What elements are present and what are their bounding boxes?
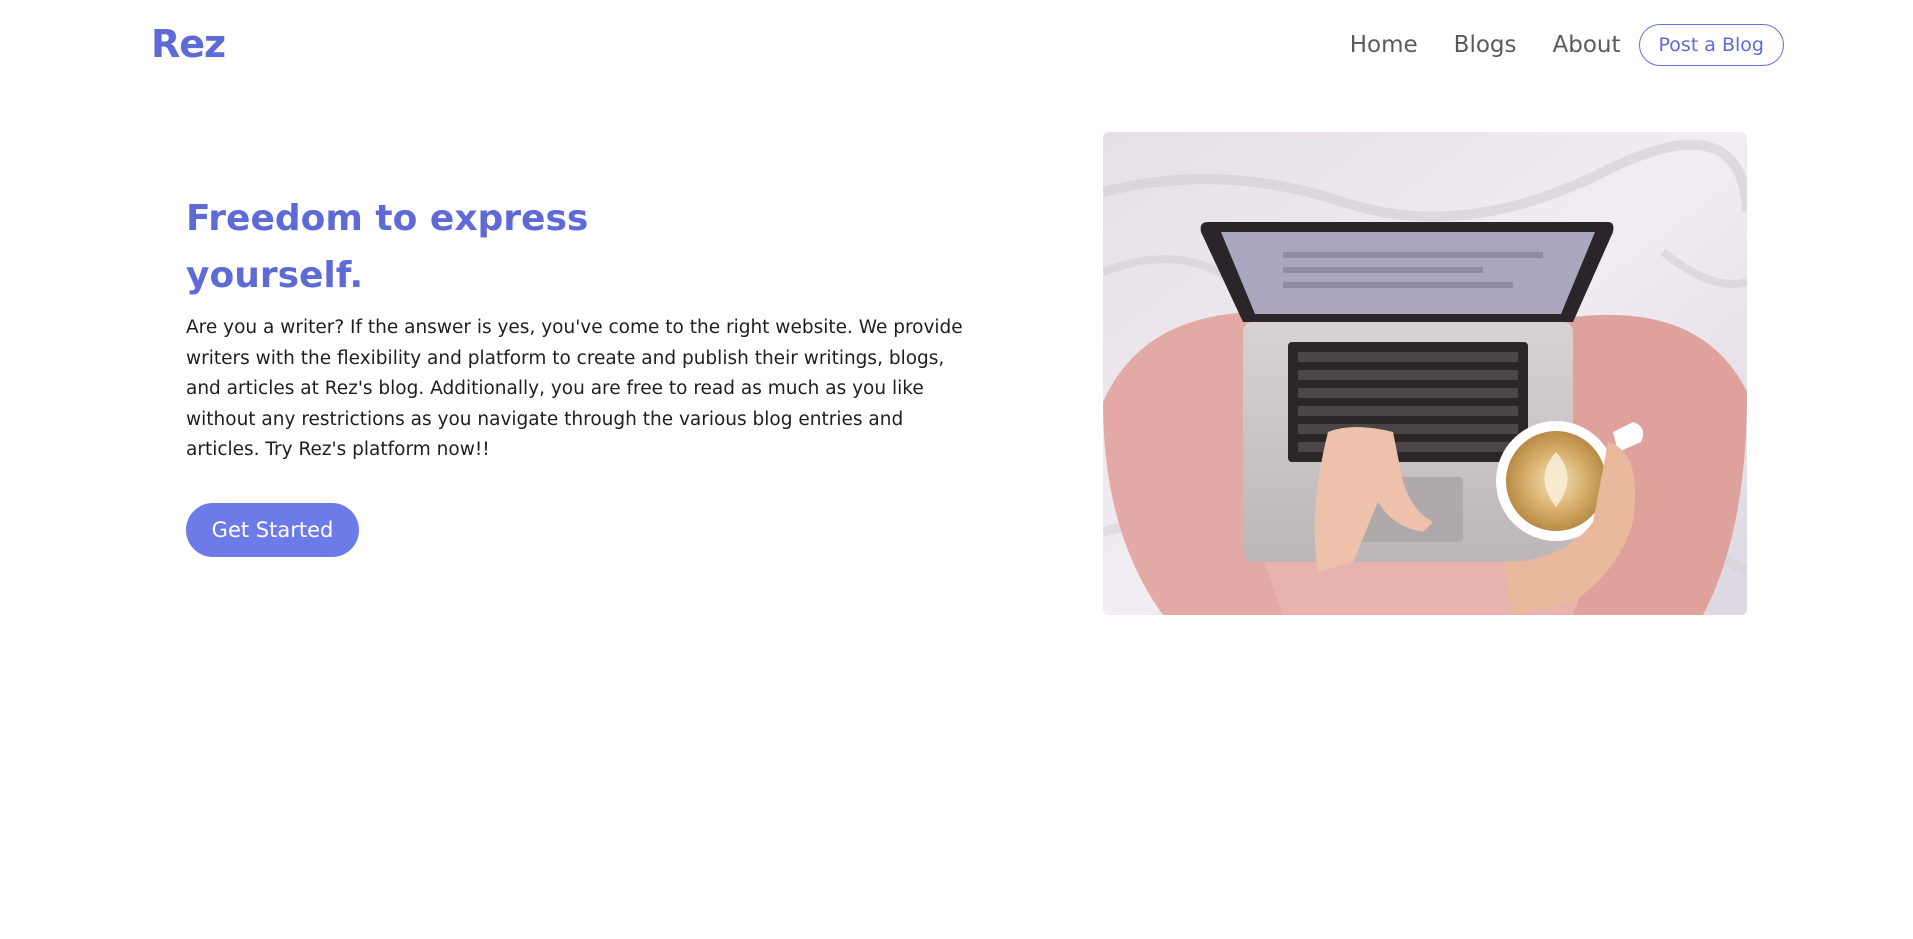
nav-blogs[interactable]: Blogs [1454,32,1517,58]
hero-description: Are you a writer? If the answer is yes, … [186,317,963,460]
laptop-coffee-illustration [1103,132,1747,615]
main-nav: Home Blogs About Post a Blog [1350,24,1784,66]
post-blog-button[interactable]: Post a Blog [1638,24,1784,66]
hero-image [1103,132,1747,615]
get-started-button[interactable]: Get Started [186,503,359,557]
nav-about[interactable]: About [1553,32,1621,58]
site-logo[interactable]: Rez [151,22,226,66]
hero-title: Freedom to express yourself. [186,198,589,296]
landing-page: Rez Home Blogs About Post a Blog Freedom… [0,0,1913,939]
nav-home[interactable]: Home [1350,32,1418,58]
